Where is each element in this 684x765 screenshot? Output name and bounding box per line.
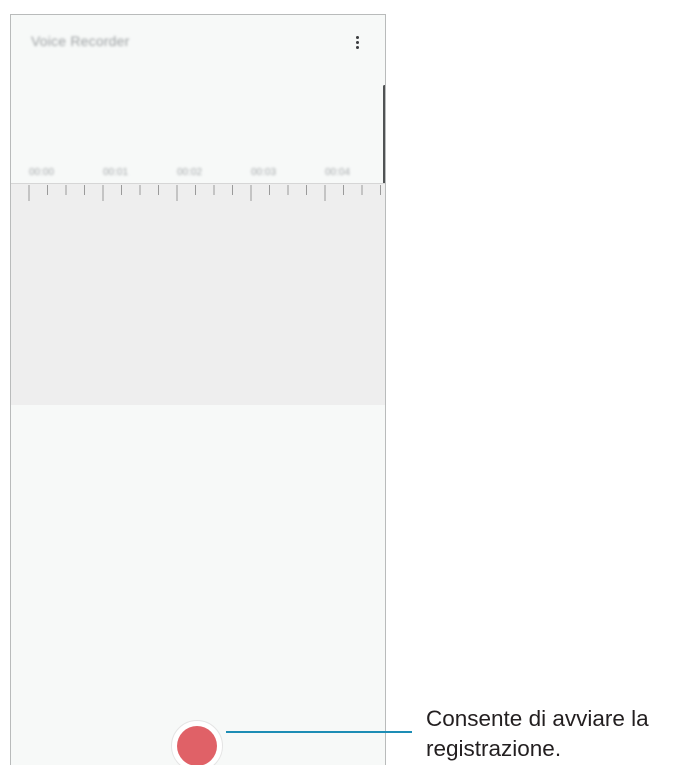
timeline-label: 00:02 [177, 167, 203, 178]
page: Voice Recorder 00:00 00:01 00:02 00:03 0… [0, 0, 684, 765]
callout-text-line1: Consente di avviare la [426, 706, 649, 731]
callout-line [226, 731, 412, 733]
app-title: Voice Recorder [31, 33, 130, 49]
timeline-label: 00:00 [29, 167, 55, 178]
timeline-label: 00:01 [103, 167, 129, 178]
more-options-button[interactable] [349, 31, 365, 53]
record-button-ring [171, 720, 223, 765]
callout-text-line2: registrazione. [426, 736, 562, 761]
phone-screen: Voice Recorder 00:00 00:01 00:02 00:03 0… [10, 14, 386, 765]
timeline-label: 00:03 [251, 167, 277, 178]
timeline-ruler [11, 183, 385, 201]
more-vertical-icon [355, 35, 359, 39]
record-button[interactable] [177, 726, 217, 765]
timeline-label: 00:04 [325, 167, 351, 178]
callout-text: Consente di avviare la registrazione. [426, 704, 684, 764]
waveform-area [11, 183, 385, 405]
timeline-labels: 00:00 00:01 00:02 00:03 00:04 [11, 167, 385, 179]
